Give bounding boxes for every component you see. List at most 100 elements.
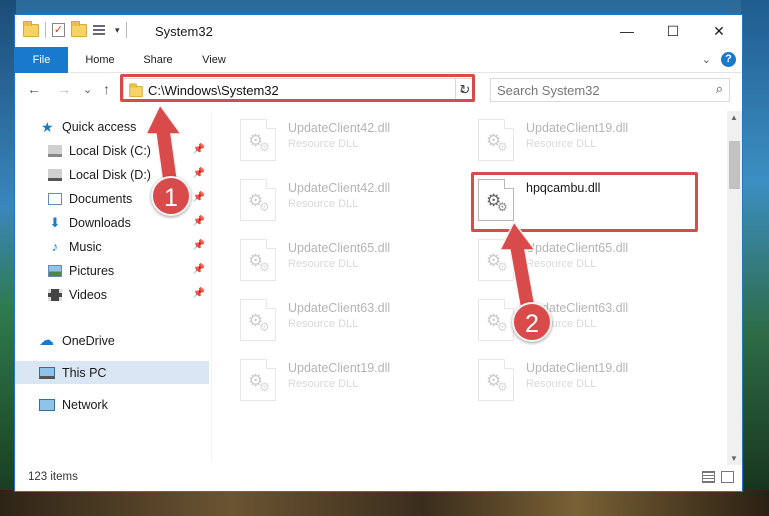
expand-ribbon-icon[interactable]: ⌄: [702, 53, 711, 66]
drive-icon: [48, 168, 62, 181]
pin-icon[interactable]: 📌: [193, 144, 205, 155]
scroll-thumb[interactable]: [729, 141, 740, 189]
computer-icon: [39, 366, 55, 379]
file-item[interactable]: ⚙ ⚙ UpdateClient19.dll Resource DLL: [470, 113, 690, 169]
qat-dropdown-icon[interactable]: ▾: [115, 25, 120, 36]
cloud-icon: ☁: [39, 331, 54, 349]
tab-home[interactable]: Home: [75, 47, 125, 73]
sidebar-item-label: Pictures: [69, 263, 115, 278]
recent-locations-icon[interactable]: ⌄: [83, 83, 92, 96]
sidebar-item-pictures[interactable]: Pictures 📌: [15, 259, 209, 282]
up-arrow-icon[interactable]: ↑: [103, 81, 110, 97]
pin-icon[interactable]: 📌: [193, 168, 205, 179]
sidebar-item-label: Quick access: [62, 119, 137, 134]
toolbar-separator: [45, 22, 46, 38]
properties-check-icon[interactable]: ✓: [52, 23, 65, 37]
sidebar-item-label: Network: [62, 397, 108, 412]
sidebar-item-network[interactable]: Network: [15, 393, 209, 416]
star-icon: ★: [41, 118, 54, 135]
sidebar-item-videos[interactable]: Videos 📌: [15, 283, 209, 306]
pin-icon[interactable]: 📌: [193, 216, 205, 227]
dll-file-icon: ⚙ ⚙: [240, 179, 276, 221]
forward-arrow-icon[interactable]: →: [57, 81, 71, 97]
file-type: Resource DLL: [288, 318, 359, 330]
sidebar-item-this-pc[interactable]: This PC: [15, 361, 209, 384]
sidebar-item-label: Local Disk (D:): [69, 167, 151, 182]
sidebar-item-music[interactable]: ♪ Music 📌: [15, 235, 209, 258]
file-name: UpdateClient19.dll: [288, 361, 391, 375]
file-item[interactable]: ⚙ ⚙ UpdateClient42.dll Resource DLL: [232, 113, 452, 169]
file-list: ⚙ ⚙ UpdateClient42.dll Resource DLL ⚙ ⚙ Up…: [212, 111, 727, 461]
customize-toolbar-icon[interactable]: [93, 24, 109, 37]
scroll-up-icon[interactable]: ▲: [730, 113, 738, 122]
scroll-down-icon[interactable]: ▼: [730, 454, 738, 463]
quick-access-toolbar: ✓ ▾: [23, 20, 127, 38]
vertical-scrollbar[interactable]: ▲ ▼: [727, 111, 742, 465]
file-name: UpdateClient65.dll: [288, 241, 391, 255]
dll-file-icon: ⚙ ⚙: [478, 359, 514, 401]
file-type: Resource DLL: [526, 138, 597, 150]
sidebar-item-label: OneDrive: [62, 333, 115, 348]
file-item[interactable]: ⚙ ⚙ UpdateClient63.dll Resource DLL: [232, 293, 452, 349]
minimize-button[interactable]: —: [604, 15, 650, 47]
file-item[interactable]: ⚙ ⚙ UpdateClient19.dll Resource DLL: [232, 353, 452, 409]
dll-file-icon: ⚙ ⚙: [240, 299, 276, 341]
sidebar-item-local-disk-c[interactable]: Local Disk (C:) 📌: [15, 139, 209, 162]
file-type: Resource DLL: [288, 138, 359, 150]
file-item[interactable]: ⚙ ⚙ UpdateClient19.dll Resource DLL: [470, 353, 690, 409]
large-icons-view-icon[interactable]: [721, 471, 734, 483]
downloads-icon: ⬇: [49, 214, 61, 230]
videos-icon: [48, 288, 62, 301]
file-type: Resource DLL: [526, 378, 597, 390]
file-name: UpdateClient42.dll: [288, 181, 391, 195]
file-name: UpdateClient63.dll: [288, 301, 391, 315]
search-placeholder: Search System32: [497, 83, 600, 98]
search-input[interactable]: Search System32 ⌕: [490, 78, 730, 102]
toolbar-separator: [125, 22, 127, 38]
file-item[interactable]: ⚙ ⚙ UpdateClient42.dll Resource DLL: [232, 173, 452, 229]
sidebar-item-label: Music: [69, 239, 102, 254]
file-highlight: [471, 172, 698, 232]
pin-icon[interactable]: 📌: [193, 264, 205, 275]
tab-file[interactable]: File: [15, 47, 68, 73]
pin-icon[interactable]: 📌: [193, 240, 205, 251]
file-type: Resource DLL: [288, 198, 359, 210]
sidebar-item-label: Videos: [69, 287, 107, 302]
drive-icon: [48, 144, 62, 157]
dll-file-icon: ⚙ ⚙: [240, 239, 276, 281]
help-icon[interactable]: ?: [721, 52, 736, 67]
tab-view[interactable]: View: [189, 47, 239, 73]
details-view-icon[interactable]: [702, 471, 715, 483]
pictures-icon: [48, 264, 62, 277]
close-button[interactable]: ✕: [696, 15, 742, 47]
sidebar-item-label: Downloads: [69, 215, 131, 230]
window-controls: — ☐ ✕: [604, 15, 742, 47]
file-item[interactable]: ⚙ ⚙ UpdateClient65.dll Resource DLL: [232, 233, 452, 289]
dll-file-icon: ⚙ ⚙: [478, 239, 514, 281]
sidebar-item-onedrive[interactable]: ☁ OneDrive: [15, 329, 209, 352]
music-icon: ♪: [51, 238, 59, 254]
tab-share[interactable]: Share: [133, 47, 183, 73]
address-bar-highlight: [120, 74, 475, 102]
pin-icon[interactable]: 📌: [193, 192, 205, 203]
search-icon[interactable]: ⌕: [716, 81, 723, 97]
file-item[interactable]: ⚙ ⚙ UpdateClient63.dll Resource DLL: [470, 293, 690, 349]
folder-icon: [23, 20, 39, 37]
dll-file-icon: ⚙ ⚙: [478, 119, 514, 161]
window-title: System32: [155, 24, 213, 39]
status-bar: 123 items: [15, 465, 742, 491]
item-count: 123 items: [28, 471, 78, 483]
dll-file-icon: ⚙ ⚙: [240, 359, 276, 401]
file-type: Resource DLL: [288, 258, 359, 270]
pin-icon[interactable]: 📌: [193, 288, 205, 299]
dll-file-icon: ⚙ ⚙: [478, 299, 514, 341]
sidebar-item-downloads[interactable]: ⬇ Downloads 📌: [15, 211, 209, 234]
file-type: Resource DLL: [288, 378, 359, 390]
navigation-pane: ★ Quick access Local Disk (C:) 📌 Local D…: [15, 111, 211, 461]
new-folder-icon[interactable]: [71, 20, 87, 37]
sidebar-item-quick-access[interactable]: ★ Quick access: [15, 115, 209, 138]
back-arrow-icon[interactable]: ←: [27, 81, 41, 97]
file-name: UpdateClient42.dll: [288, 121, 391, 135]
maximize-button[interactable]: ☐: [650, 15, 696, 47]
file-item[interactable]: ⚙ ⚙ UpdateClient65.dll Resource DLL: [470, 233, 690, 289]
